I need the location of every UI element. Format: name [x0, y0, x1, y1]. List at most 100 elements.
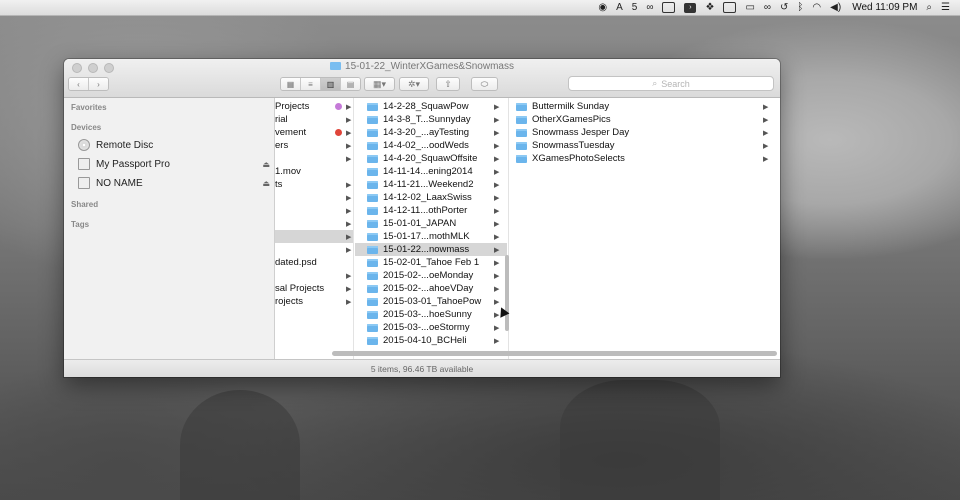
list-item[interactable]: ▶: [275, 204, 353, 217]
list-item[interactable]: Snowmass Jesper Day ▶: [511, 126, 773, 139]
tree-silhouette: [180, 390, 300, 500]
horizontal-scrollbar[interactable]: [332, 351, 777, 356]
status-bar: 5 items, 96.46 TB available: [64, 359, 780, 377]
airplay-icon[interactable]: ▭: [745, 2, 754, 14]
disc-icon: [78, 139, 90, 151]
window-title: 15-01-22_WinterXGames&Snowmass: [64, 61, 780, 72]
list-item[interactable]: 14-12-11...othPorter ▶: [355, 204, 507, 217]
list-item-selected[interactable]: 15-01-22...nowmass ▶: [355, 243, 507, 256]
coverflow-view-button[interactable]: ▤: [341, 78, 360, 90]
wifi-icon[interactable]: ◠: [812, 2, 821, 14]
adobe-badge-count: 5: [631, 1, 638, 13]
list-item[interactable]: 14-4-02_...oodWeds ▶: [355, 139, 507, 152]
spotlight-icon[interactable]: ⌕: [926, 2, 932, 14]
tags-button[interactable]: ⬭: [471, 77, 498, 91]
list-item[interactable]: 2015-02-...ahoeVDay ▶: [355, 282, 507, 295]
creative-cloud-icon[interactable]: ∞: [646, 2, 653, 14]
list-item[interactable]: 14-4-20_SquawOffsite ▶: [355, 152, 507, 165]
icon-view-button[interactable]: ▦: [281, 78, 301, 90]
list-item[interactable]: 14-3-8_T...Sunnyday ▶: [355, 113, 507, 126]
title-bar[interactable]: 15-01-22_WinterXGames&Snowmass ‹ › ▦ ≡ ▥…: [64, 59, 780, 98]
terminal-icon[interactable]: ›: [684, 2, 697, 13]
list-item[interactable]: ▶: [275, 152, 353, 165]
list-item[interactable]: 2015-04-10_BCHeli ▶: [355, 334, 507, 347]
chevron-right-icon: ▶: [346, 272, 352, 280]
list-item[interactable]: 14-11-21...Weekend2 ▶: [355, 178, 507, 191]
chevron-right-icon: ▶: [494, 207, 500, 215]
arrange-button[interactable]: ▦▾: [364, 77, 395, 91]
sidebar-item-remote-disc[interactable]: Remote Disc: [78, 137, 274, 153]
list-item[interactable]: sal Projects ▶: [275, 282, 353, 295]
share-button[interactable]: ⇧: [436, 77, 460, 91]
notification-center-icon[interactable]: ☰: [941, 2, 950, 14]
binoculars-icon[interactable]: ∞: [764, 2, 771, 14]
list-item-label: 14-11-21...Weekend2: [383, 179, 474, 190]
list-item-selected[interactable]: ▶: [275, 230, 353, 243]
list-item[interactable]: rial ▶: [275, 113, 353, 126]
list-item[interactable]: 15-02-01_Tahoe Feb 1 ▶: [355, 256, 507, 269]
menu-clock[interactable]: Wed 11:09 PM: [852, 2, 917, 13]
list-item[interactable]: 2015-02-...oeMonday ▶: [355, 269, 507, 282]
list-item[interactable]: XGamesPhotoSelects ▶: [511, 152, 773, 165]
column-view-button[interactable]: ▥: [321, 78, 341, 90]
search-field[interactable]: ⌕ Search: [568, 76, 774, 91]
list-item[interactable]: ▶: [275, 191, 353, 204]
list-item-label: 1.mov: [275, 166, 301, 177]
forward-button[interactable]: ›: [89, 78, 108, 90]
sidebar-item-no-name[interactable]: NO NAME ⏏: [78, 175, 274, 191]
eject-icon[interactable]: ⏏: [262, 179, 270, 188]
list-item-label: SnowmassTuesday: [532, 140, 615, 151]
chevron-right-icon: ▶: [346, 155, 352, 163]
list-item-label: 14-4-02_...oodWeds: [383, 140, 469, 151]
list-item[interactable]: Projects ▶: [275, 100, 353, 113]
list-item[interactable]: Buttermilk Sunday ▶: [511, 100, 773, 113]
list-item-label: Projects: [275, 101, 310, 112]
tag-purple-icon: [335, 103, 342, 110]
list-item[interactable]: 1.mov: [275, 165, 353, 178]
chevron-right-icon: ▶: [346, 129, 352, 137]
eject-icon[interactable]: ⏏: [262, 160, 270, 169]
list-item[interactable]: vement ▶: [275, 126, 353, 139]
display-icon[interactable]: [723, 2, 737, 13]
list-item[interactable]: 2015-03-01_TahoePow ▶: [355, 295, 507, 308]
back-button[interactable]: ‹: [69, 78, 89, 90]
list-item-label: 2015-02-...ahoeVDay: [383, 283, 474, 294]
vertical-scrollbar[interactable]: [505, 255, 509, 331]
list-item[interactable]: ers ▶: [275, 139, 353, 152]
chevron-right-icon: ▶: [346, 285, 352, 293]
column-contents: Buttermilk Sunday ▶ OtherXGamesPics ▶ Snowma…: [511, 98, 780, 359]
list-item[interactable]: SnowmassTuesday ▶: [511, 139, 773, 152]
record-icon[interactable]: ◉: [598, 2, 607, 14]
list-item-label: 15-02-01_Tahoe Feb 1: [383, 257, 480, 268]
list-item[interactable]: 14-12-02_LaaxSwiss ▶: [355, 191, 507, 204]
list-item[interactable]: 15-01-01_JAPAN ▶: [355, 217, 507, 230]
adobe-icon[interactable]: A: [616, 2, 623, 14]
chevron-right-icon: ▶: [346, 103, 352, 111]
bluetooth-icon[interactable]: ᛒ: [797, 2, 803, 14]
status-text: 5 items, 96.46 TB available: [370, 364, 474, 374]
list-item[interactable]: 2015-03-...hoeSunny ▶: [355, 308, 507, 321]
sidebar-item-my-passport-pro[interactable]: My Passport Pro ⏏: [78, 156, 274, 172]
list-item[interactable]: ts ▶: [275, 178, 353, 191]
list-item[interactable]: OtherXGamesPics ▶: [511, 113, 773, 126]
list-item[interactable]: ▶: [275, 269, 353, 282]
list-item[interactable]: 14-3-20_...ayTesting ▶: [355, 126, 507, 139]
list-item-label: rial: [275, 114, 288, 125]
list-item[interactable]: 15-01-17...mothMLK ▶: [355, 230, 507, 243]
chevron-right-icon: ▶: [763, 103, 769, 111]
list-item[interactable]: 14-2-28_SquawPow ▶: [355, 100, 507, 113]
list-item[interactable]: 14-11-14...ening2014 ▶: [355, 165, 507, 178]
list-item[interactable]: 2015-03-...oeStormy ▶: [355, 321, 507, 334]
list-item[interactable]: ▶: [275, 217, 353, 230]
action-button[interactable]: ✲▾: [399, 77, 429, 91]
list-view-button[interactable]: ≡: [301, 78, 321, 90]
screen-icon[interactable]: [662, 2, 676, 13]
list-item[interactable]: dated.psd: [275, 256, 353, 269]
list-item[interactable]: ▶: [275, 243, 353, 256]
tag-icon: ⬭: [480, 78, 489, 89]
list-item[interactable]: rojects ▶: [275, 295, 353, 308]
column-parent: Projects ▶ rial ▶ vement ▶ ers ▶ ▶ 1.mov…: [275, 98, 354, 359]
volume-icon[interactable]: ◀): [830, 2, 841, 14]
dropbox-icon[interactable]: ❖: [705, 2, 714, 14]
time-machine-icon[interactable]: ↺: [780, 2, 788, 14]
